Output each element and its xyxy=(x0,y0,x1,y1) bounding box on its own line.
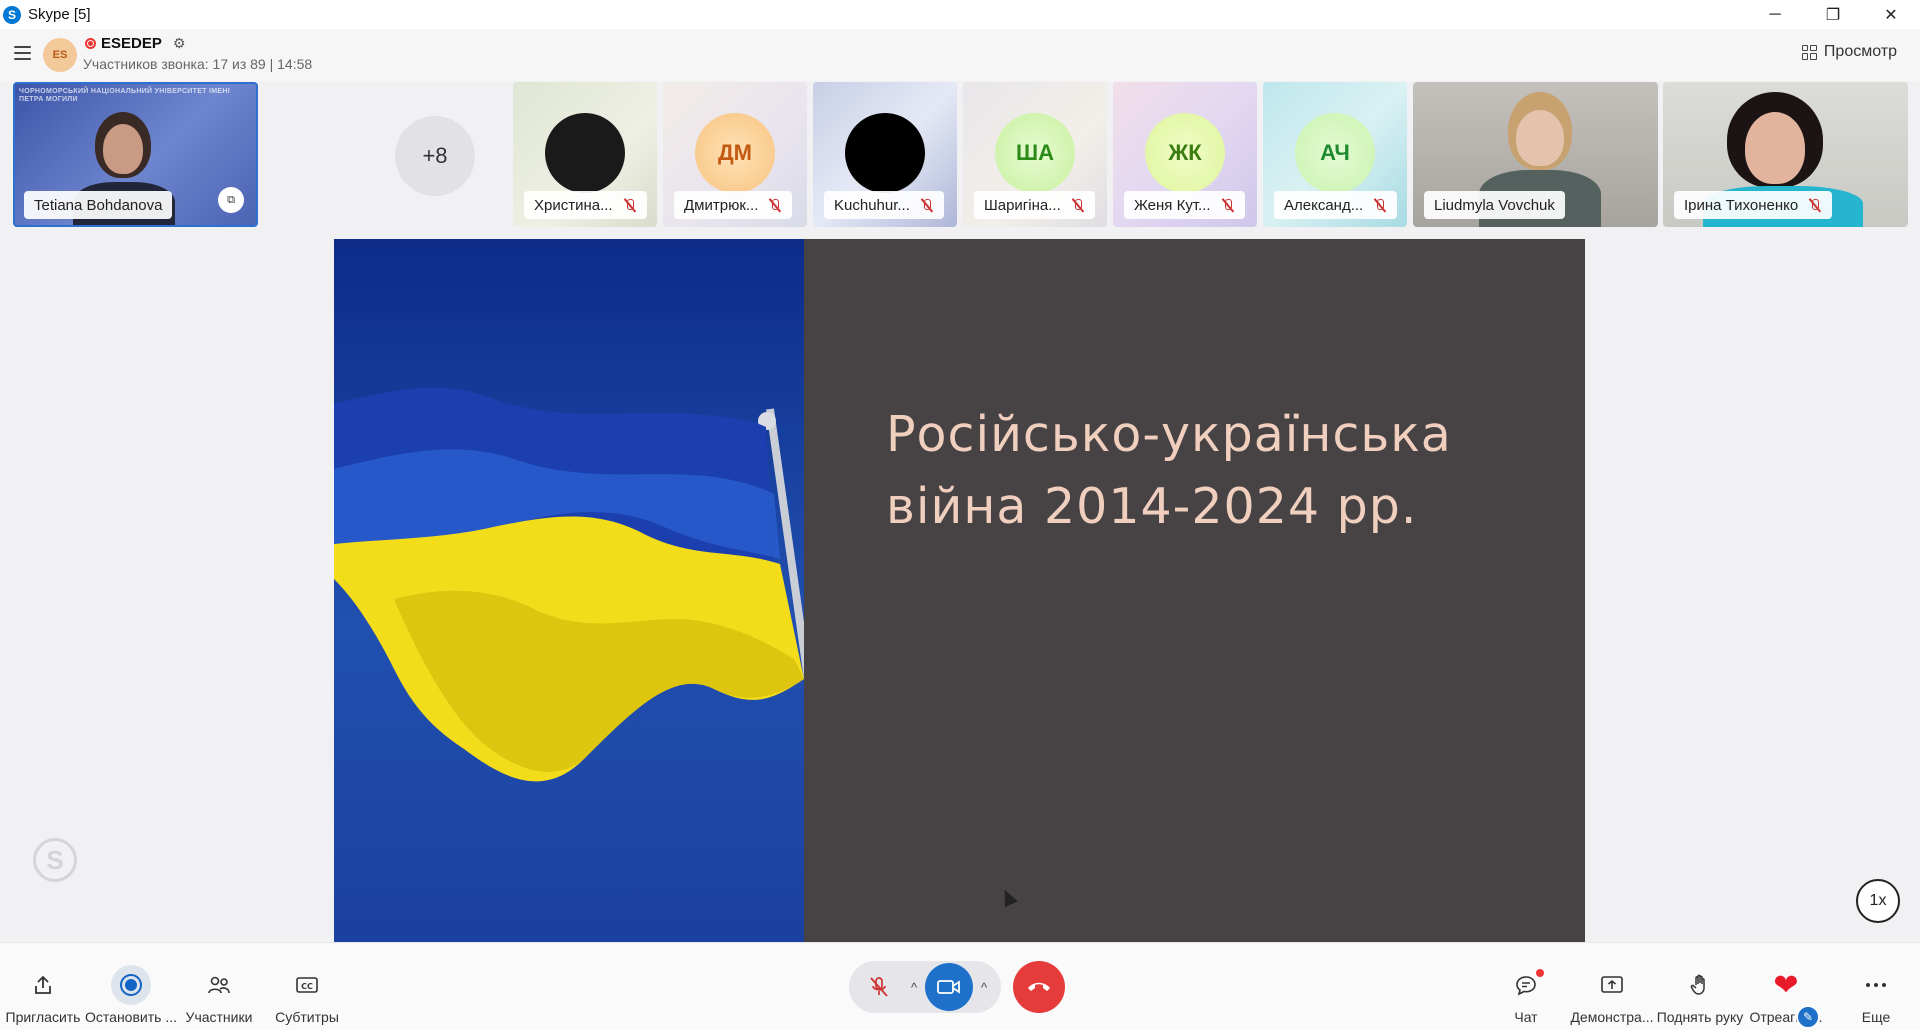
mic-off-icon xyxy=(920,198,934,212)
view-button-label: Просмотр xyxy=(1823,43,1897,60)
raise-hand-button[interactable]: Поднять руку xyxy=(1657,943,1743,1030)
window-controls: ─ ❐ ✕ xyxy=(1746,0,1920,29)
screen-share-icon[interactable]: ⧉ xyxy=(218,187,244,213)
camera-options-chevron-icon[interactable]: ^ xyxy=(973,980,995,995)
mic-off-icon xyxy=(1071,198,1085,212)
call-header: ES ESEDEP ⚙ Участников звонка: 17 из 89 … xyxy=(0,29,1920,81)
mic-off-icon xyxy=(1808,198,1822,212)
window-titlebar: S Skype [5] ─ ❐ ✕ xyxy=(0,0,1920,29)
participant-video-tile[interactable]: Ірина Тихоненко xyxy=(1663,82,1908,227)
view-button[interactable]: Просмотр xyxy=(1801,43,1897,61)
participant-tile[interactable]: ША Шаригіна... xyxy=(963,82,1107,227)
media-controls-pill: ^ ^ xyxy=(849,961,1001,1013)
skype-watermark-icon: S xyxy=(33,838,77,882)
participant-avatar: АЧ xyxy=(1295,113,1375,193)
screen-share-upload-icon xyxy=(1592,965,1632,1005)
participants-button[interactable]: Участники xyxy=(184,943,254,1030)
pencil-icon: ✎ xyxy=(1796,1005,1820,1029)
share-upload-icon xyxy=(23,965,63,1005)
participant-avatar: ДМ xyxy=(695,113,775,193)
mic-off-icon xyxy=(623,198,637,212)
share-screen-button[interactable]: Демонстра... xyxy=(1566,943,1658,1030)
subtitles-button[interactable]: CC Субтитры xyxy=(272,943,342,1030)
mic-off-icon xyxy=(870,977,888,997)
video-camera-icon xyxy=(937,980,960,994)
participant-name: Liudmyla Vovchuk xyxy=(1424,191,1565,219)
shared-slide: Російсько-українська війна 2014-2024 рр. xyxy=(334,239,1585,942)
more-dots-icon xyxy=(1856,965,1896,1005)
hand-icon xyxy=(1680,965,1720,1005)
end-call-button[interactable] xyxy=(1013,961,1065,1013)
participant-name: Шаригіна... xyxy=(974,191,1095,219)
mic-options-chevron-icon[interactable]: ^ xyxy=(903,980,925,995)
participant-tile[interactable]: Христина... xyxy=(513,82,657,227)
microphone-toggle-button[interactable] xyxy=(855,963,903,1011)
more-participants-badge[interactable]: +8 xyxy=(395,116,475,196)
participant-tile[interactable]: Kuchuhur... xyxy=(813,82,957,227)
call-toolbar: Пригласить Остановить ... Участники CC С… xyxy=(0,942,1920,1030)
grid-view-icon xyxy=(1801,44,1817,60)
mic-off-icon xyxy=(768,198,782,212)
chat-bubble-icon xyxy=(1506,965,1546,1005)
hang-up-icon xyxy=(1028,982,1050,991)
mic-off-icon xyxy=(1373,198,1387,212)
participant-avatar xyxy=(845,113,925,193)
more-options-button[interactable]: Еще xyxy=(1856,943,1896,1030)
participant-video-tile[interactable]: Liudmyla Vovchuk xyxy=(1413,82,1658,227)
react-button[interactable]: ❤ ✎ Отреагир... xyxy=(1746,943,1826,1030)
window-title: Skype [5] xyxy=(28,6,91,23)
close-button[interactable]: ✕ xyxy=(1862,0,1920,29)
call-controls: ^ ^ xyxy=(849,961,1065,1013)
skype-logo-icon: S xyxy=(3,5,21,24)
participant-tile[interactable]: АЧ Александ... xyxy=(1263,82,1407,227)
ukraine-flag-image xyxy=(334,239,804,942)
mic-off-icon xyxy=(1221,198,1235,212)
chat-button[interactable]: Чат xyxy=(1500,943,1552,1030)
participant-name: Александ... xyxy=(1274,191,1398,219)
participant-name: Tetiana Bohdanova xyxy=(24,191,173,219)
gear-icon[interactable]: ⚙ xyxy=(173,35,186,52)
participant-name: Ірина Тихоненко xyxy=(1674,191,1833,219)
restore-button[interactable]: ❐ xyxy=(1804,0,1862,29)
recording-icon xyxy=(85,38,96,49)
unread-dot xyxy=(1536,969,1544,977)
invite-button[interactable]: Пригласить xyxy=(5,943,81,1030)
heart-icon: ❤ ✎ xyxy=(1766,965,1820,1029)
presenter-tile[interactable]: ЧОРНОМОРСЬКИЙ НАЦІОНАЛЬНИЙ УНІВЕРСИТЕТ І… xyxy=(13,82,258,227)
stop-recording-button[interactable]: Остановить ... xyxy=(85,943,177,1030)
participant-tile[interactable]: ЖК Женя Кут... xyxy=(1113,82,1257,227)
shared-screen-stage: Російсько-українська війна 2014-2024 рр.… xyxy=(0,238,1920,942)
presenter-backdrop-text: ЧОРНОМОРСЬКИЙ НАЦІОНАЛЬНИЙ УНІВЕРСИТЕТ І… xyxy=(19,88,230,103)
group-name-row: ESEDEP ⚙ xyxy=(85,35,185,52)
camera-toggle-button[interactable] xyxy=(925,963,973,1011)
participant-name: Женя Кут... xyxy=(1124,191,1245,219)
participant-name: Дмитрюк... xyxy=(674,191,793,219)
participant-avatar: ЖК xyxy=(1145,113,1225,193)
participant-count: Участников звонка: 17 из 89 | 14:58 xyxy=(83,56,313,72)
participant-strip: ЧОРНОМОРСЬКИЙ НАЦІОНАЛЬНИЙ УНІВЕРСИТЕТ І… xyxy=(0,81,1920,231)
participant-name: Христина... xyxy=(524,191,647,219)
slide-title: Російсько-українська війна 2014-2024 рр. xyxy=(886,406,1452,535)
slide-title-panel: Російсько-українська війна 2014-2024 рр. xyxy=(804,239,1585,942)
zoom-level-button[interactable]: 1x xyxy=(1856,879,1900,923)
record-icon xyxy=(111,965,151,1005)
closed-captions-icon: CC xyxy=(287,965,327,1005)
group-name[interactable]: ESEDEP xyxy=(101,35,162,52)
group-avatar[interactable]: ES xyxy=(43,38,77,72)
participant-name: Kuchuhur... xyxy=(824,191,944,219)
menu-icon[interactable] xyxy=(14,46,31,60)
minimize-button[interactable]: ─ xyxy=(1746,0,1804,29)
participant-tile[interactable]: ДМ Дмитрюк... xyxy=(663,82,807,227)
participant-avatar: ША xyxy=(995,113,1075,193)
participant-avatar xyxy=(545,113,625,193)
svg-text:CC: CC xyxy=(301,982,313,991)
people-icon xyxy=(199,965,239,1005)
ukraine-flag-photo xyxy=(334,239,804,942)
